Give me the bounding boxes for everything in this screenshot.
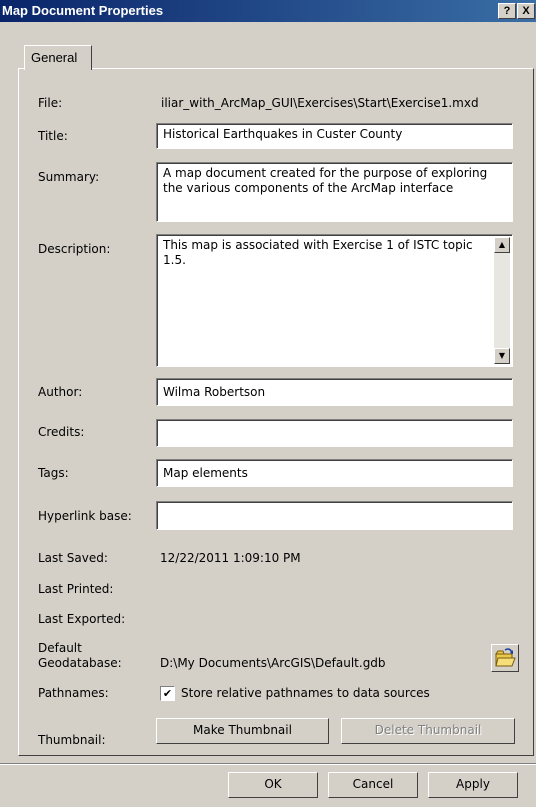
description-scrollbar[interactable]: ▲ ▼ [494, 237, 510, 364]
file-value: iliar_with_ArcMap_GUI\Exercises\Start\Ex… [161, 96, 479, 110]
apply-button[interactable]: Apply [428, 772, 518, 798]
credits-label: Credits: [38, 425, 85, 439]
title-label: Title: [38, 129, 68, 143]
tags-field[interactable]: Map elements [156, 459, 513, 487]
hyperlink-base-label: Hyperlink base: [38, 509, 132, 523]
ok-button[interactable]: OK [228, 772, 318, 798]
thumbnail-label: Thumbnail: [38, 733, 106, 747]
title-bar: Map Document Properties ? X [0, 0, 536, 22]
default-geodatabase-value: D:\My Documents\ArcGIS\Default.gdb [160, 656, 386, 670]
window-title: Map Document Properties [2, 3, 164, 18]
description-field[interactable]: This map is associated with Exercise 1 o… [156, 234, 513, 367]
author-label: Author: [38, 385, 83, 399]
help-button[interactable]: ? [498, 3, 516, 19]
description-label: Description: [38, 242, 111, 256]
store-relative-pathnames-checkbox[interactable]: ✔ [160, 686, 175, 701]
delete-thumbnail-button[interactable]: Delete Thumbnail [341, 718, 515, 744]
hyperlink-base-field[interactable] [156, 501, 513, 530]
close-button[interactable]: X [517, 3, 535, 19]
make-thumbnail-button[interactable]: Make Thumbnail [156, 718, 329, 744]
title-field[interactable]: Historical Earthquakes in Custer County [156, 123, 513, 149]
last-printed-label: Last Printed: [38, 582, 114, 596]
tab-general[interactable]: General [24, 45, 92, 70]
default-geodatabase-label-line1: Default [38, 641, 82, 655]
tab-general-label: General [31, 50, 78, 65]
scroll-up-icon[interactable]: ▲ [494, 237, 510, 253]
default-geodatabase-label-line2: Geodatabase: [38, 656, 122, 670]
credits-field[interactable] [156, 419, 513, 447]
browse-geodatabase-button[interactable] [491, 644, 519, 672]
separator [0, 763, 536, 765]
store-relative-pathnames-label[interactable]: Store relative pathnames to data sources [181, 686, 430, 700]
description-text: This map is associated with Exercise 1 o… [163, 238, 473, 267]
scroll-down-icon[interactable]: ▼ [494, 348, 510, 364]
author-field[interactable]: Wilma Robertson [156, 378, 513, 406]
folder-open-icon [495, 648, 516, 667]
summary-field[interactable]: A map document created for the purpose o… [156, 162, 513, 222]
file-label: File: [38, 96, 63, 110]
tags-label: Tags: [38, 466, 69, 480]
summary-label: Summary: [38, 170, 100, 184]
cancel-button[interactable]: Cancel [328, 772, 418, 798]
last-saved-value: 12/22/2011 1:09:10 PM [160, 551, 301, 565]
last-saved-label: Last Saved: [38, 551, 108, 565]
last-exported-label: Last Exported: [38, 612, 126, 626]
pathnames-label: Pathnames: [38, 686, 109, 700]
